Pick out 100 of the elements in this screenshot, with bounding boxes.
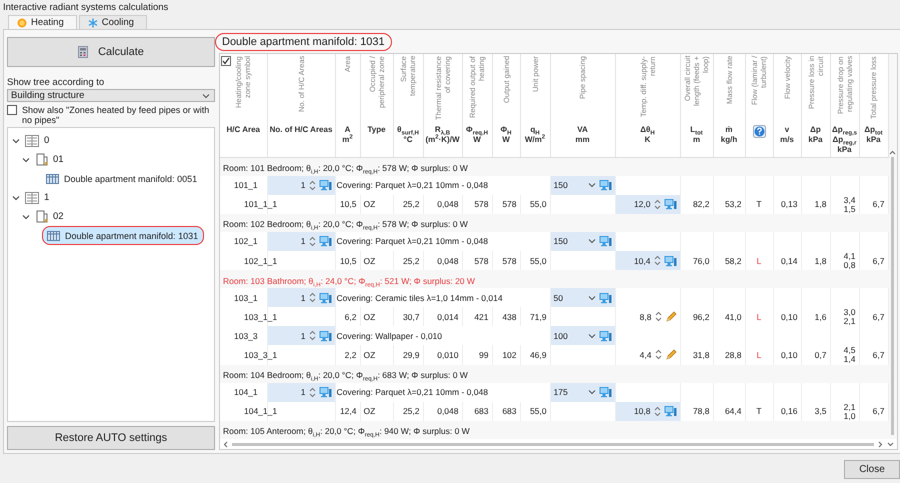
computer-icon[interactable] <box>318 330 332 342</box>
pencil-icon[interactable] <box>664 310 676 323</box>
spinner-icon[interactable] <box>654 198 660 210</box>
pipe-spacing-dropdown[interactable]: 50 <box>550 288 614 308</box>
scroll-up-icon[interactable] <box>889 150 896 155</box>
spinner-icon[interactable] <box>308 330 316 342</box>
pipe-spacing-dropdown[interactable]: 150 <box>550 232 614 251</box>
computer-icon[interactable] <box>598 330 612 342</box>
tree-item[interactable]: Double apartment manifold: 1031 <box>42 226 204 245</box>
temp-diff-spinner[interactable]: 12,0 <box>616 194 680 214</box>
caret-icon[interactable] <box>588 389 596 396</box>
table-cell: 102 <box>502 350 516 360</box>
pencil-icon[interactable] <box>664 348 676 361</box>
table-cell: 0,048 <box>437 256 458 266</box>
table-cell: 78,8 <box>692 406 710 416</box>
spinner-icon[interactable] <box>308 386 316 398</box>
temp-diff-spinner[interactable]: 10,4 <box>616 251 680 270</box>
column-header: No. of H/C Areas <box>270 125 332 135</box>
tree-item[interactable]: 02 <box>53 211 64 222</box>
caret-icon[interactable] <box>588 294 596 301</box>
select-all-checkbox[interactable] <box>221 56 231 66</box>
expand-caret-icon[interactable] <box>12 194 20 202</box>
area-name: 103_3 <box>234 330 258 341</box>
expand-caret-icon[interactable] <box>22 156 30 164</box>
covering-text: Covering: Wallpaper - 0,010 <box>336 330 442 341</box>
table-cell: 64,4 <box>724 406 742 416</box>
table-cell: 55,0 <box>530 199 546 210</box>
help-icon[interactable] <box>752 125 766 138</box>
table-cell: 421 <box>474 312 488 322</box>
computer-icon[interactable] <box>598 179 612 192</box>
table-cell: 6,7 <box>872 256 884 266</box>
expand-caret-icon[interactable] <box>12 136 20 144</box>
table-cell: 6,7 <box>872 312 884 322</box>
spinner-icon[interactable] <box>308 236 316 247</box>
caret-icon[interactable] <box>202 92 210 98</box>
temp-diff-spinner[interactable]: 10,8 <box>616 402 680 421</box>
covering-text: Covering: Ceramic tiles λ=1,0 14mm - 0,014 <box>336 292 503 303</box>
restore-button[interactable]: Restore AUTO settings <box>7 426 215 450</box>
scroll-right-icon[interactable] <box>878 440 883 448</box>
scroll-left-icon[interactable] <box>223 440 228 448</box>
caret-icon[interactable] <box>588 182 596 188</box>
close-button[interactable]: Close <box>844 460 900 479</box>
count-spinner[interactable]: 1 <box>268 382 334 402</box>
table-cell: 0,014 <box>437 312 458 322</box>
count-spinner[interactable]: 1 <box>268 326 334 346</box>
caret-icon[interactable] <box>588 238 596 244</box>
computer-icon[interactable] <box>318 292 332 304</box>
computer-icon[interactable] <box>664 198 676 210</box>
column-header: Type <box>367 125 386 135</box>
checkbox-label: Show also "Zones heated by feed pipes or with no pipes" <box>22 105 210 125</box>
count-spinner[interactable]: 1 <box>268 232 334 251</box>
count-spinner[interactable]: 1 <box>268 288 334 308</box>
tree-item[interactable]: Double apartment manifold: 0051 <box>42 169 202 188</box>
room-header: Room: 105 Anteroom; θ$_{i,H}$: 20,0 °C; Φ$_{req,H}$: 940 W; Φ surplus: 0 W <box>223 426 471 438</box>
table-cell: OZ <box>364 406 376 416</box>
table-cell: 25,2 <box>402 406 420 416</box>
spinner-icon[interactable] <box>308 180 316 191</box>
table-cell: T <box>756 406 762 416</box>
calculate-button[interactable]: Calculate <box>7 37 215 67</box>
covering-text: Covering: Parquet λ=0,21 10mm - 0,048 <box>336 387 488 398</box>
table-cell: 0,16 <box>780 406 798 416</box>
table-cell: 6,2 <box>344 312 356 322</box>
checkbox[interactable] <box>7 105 17 115</box>
table-cell: 0,048 <box>437 199 458 210</box>
pipe-spacing-dropdown[interactable]: 100 <box>550 326 614 346</box>
tree-item[interactable]: 01 <box>53 154 64 165</box>
table-cell-text: 2,1 1,0 <box>842 402 856 421</box>
tree-item[interactable]: 0 <box>44 135 50 146</box>
horizontal-scrollbar[interactable] <box>220 439 897 449</box>
spinner-icon[interactable] <box>654 406 660 417</box>
table-cell: 46,9 <box>530 350 546 360</box>
window-title: Interactive radiant systems calculations <box>3 1 170 14</box>
caret-icon[interactable] <box>588 332 596 339</box>
computer-icon[interactable] <box>598 292 612 304</box>
computer-icon[interactable] <box>664 405 676 418</box>
scroll-down-icon[interactable] <box>887 442 894 446</box>
spinner-icon[interactable] <box>308 292 316 304</box>
computer-icon[interactable] <box>318 386 332 398</box>
pipe-spacing-dropdown[interactable]: 175 <box>550 382 614 402</box>
spinner-icon[interactable] <box>654 255 660 266</box>
tree-item[interactable]: 1 <box>44 192 50 203</box>
spinner-icon[interactable] <box>654 311 662 322</box>
pipe-spacing-dropdown[interactable]: 150 <box>550 176 614 195</box>
tree-mode-dropdown[interactable]: Building structure <box>7 89 215 102</box>
computer-icon[interactable] <box>318 179 332 192</box>
column-header: Δp$_{tot}$ kPa <box>864 125 883 145</box>
expand-caret-icon[interactable] <box>22 212 30 220</box>
column-header: VA mm <box>575 125 590 145</box>
covering-text: Covering: Parquet λ=0,21 10mm - 0,048 <box>336 180 488 190</box>
building-icon <box>25 134 39 146</box>
tab[interactable]: Cooling <box>78 15 147 29</box>
computer-icon[interactable] <box>318 235 332 248</box>
tab[interactable]: Heating <box>8 15 77 29</box>
count-spinner[interactable]: 1 <box>268 176 334 195</box>
computer-icon[interactable] <box>664 254 676 267</box>
computer-icon[interactable] <box>598 386 612 398</box>
circuit-name: 103_1_1 <box>244 312 278 322</box>
floor-icon <box>35 153 48 166</box>
computer-icon[interactable] <box>598 235 612 248</box>
spinner-icon[interactable] <box>654 349 662 360</box>
